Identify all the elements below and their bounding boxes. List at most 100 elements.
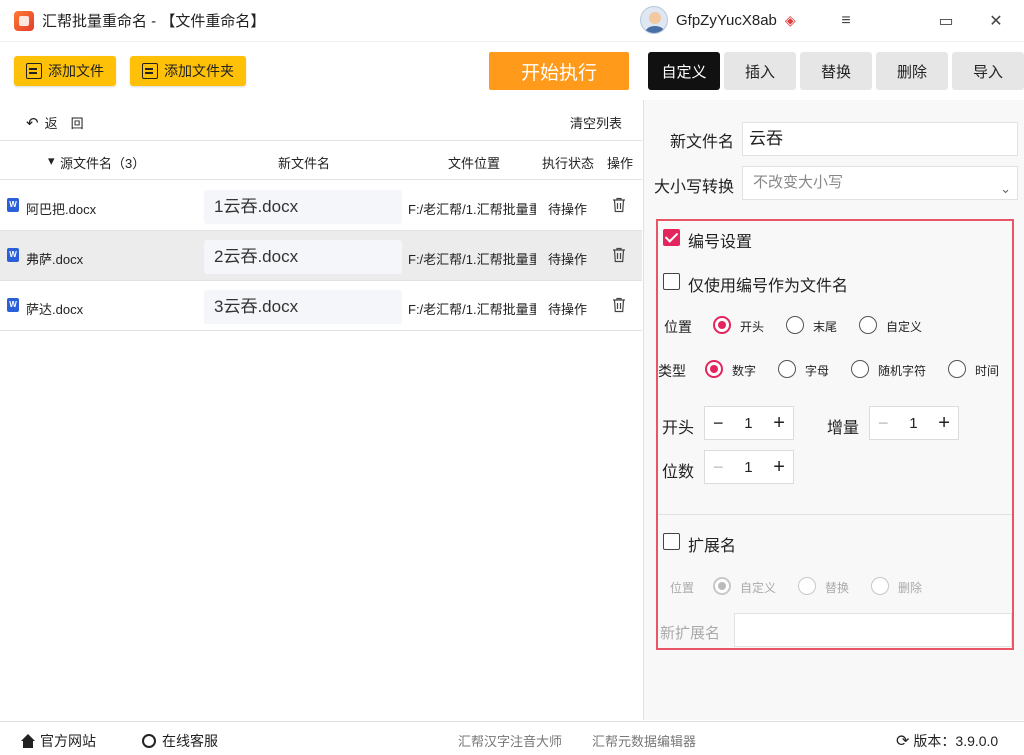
position-start-radio[interactable] [713,316,731,334]
source-name: 弗萨.docx [26,252,84,267]
type-number-radio[interactable] [705,360,723,378]
numbering-checkbox[interactable] [663,229,680,246]
location-cell: F:/老汇帮/1.汇帮批量重命名 [408,302,536,317]
location-cell: F:/老汇帮/1.汇帮批量重命名 [408,252,536,267]
app-title: 汇帮批量重命名 - 【文件重命名】 [42,13,266,30]
increment-label: 增量 [827,420,860,437]
word-doc-icon: W [7,298,19,312]
ext-custom-radio[interactable] [713,577,731,595]
minus-icon[interactable]: − [878,413,889,434]
start-stepper[interactable]: − 1 + [704,406,794,440]
table-row[interactable]: W 阿巴把.docx 1云吞.docx F:/老汇帮/1.汇帮批量重命名 待操作 [0,181,642,231]
new-name-label: 新文件名 [670,134,735,151]
trash-icon[interactable] [612,247,626,263]
header-operation: 操作 [607,156,634,171]
footer: 官方网站 在线客服 汇帮汉字注音大师 汇帮元数据编辑器 ⟳ 版本： 3.9.0.… [0,721,1024,755]
tab-insert[interactable]: 插入 [724,52,796,90]
headset-icon [142,734,156,748]
back-button[interactable]: ↶ 返 回 [26,113,84,132]
extension-title: 扩展名 [688,538,737,555]
service-link[interactable]: 在线客服 [142,731,218,751]
tab-delete[interactable]: 删除 [876,52,948,90]
add-file-icon [26,63,42,79]
case-select[interactable]: 不改变大小写 ⌄ [742,166,1018,200]
type-label: 类型 [658,363,686,379]
trash-icon[interactable] [612,297,626,313]
section-divider [658,514,1012,515]
status-cell: 待操作 [548,302,588,317]
ext-custom-label: 自定义 [740,581,777,595]
website-link[interactable]: 官方网站 [20,731,96,751]
ext-delete-radio[interactable] [871,577,889,595]
trash-icon[interactable] [612,197,626,213]
position-custom-label: 自定义 [886,320,923,334]
digits-stepper[interactable]: − 1 + [704,450,794,484]
plus-icon[interactable]: + [773,412,785,435]
plus-icon[interactable]: + [938,412,950,435]
position-end-label: 末尾 [813,320,838,334]
only-number-checkbox[interactable] [663,273,680,290]
version-info[interactable]: ⟳ 版本： 3.9.0.0 [896,731,998,751]
tab-custom[interactable]: 自定义 [648,52,720,90]
word-doc-icon: W [7,198,19,212]
avatar[interactable] [640,6,668,34]
status-cell: 待操作 [548,202,588,217]
app-logo-icon [14,10,34,31]
title-bar: 汇帮批量重命名 - 【文件重命名】 GfpZyYucX8ab ◈ ≡ ▭ ✕ [0,0,1024,42]
new-name-input[interactable]: 云吞 [742,122,1018,156]
ext-replace-label: 替换 [825,581,850,595]
header-new-name: 新文件名 [278,156,331,171]
clear-list-button[interactable]: 清空列表 [570,113,622,132]
type-time-radio[interactable] [948,360,966,378]
new-ext-label: 新扩展名 [660,625,721,642]
type-random-radio[interactable] [851,360,869,378]
numbering-title: 编号设置 [688,234,753,251]
username[interactable]: GfpZyYucX8ab [676,12,777,29]
position-custom-radio[interactable] [859,316,877,334]
list-actions: ↶ 返 回 清空列表 [0,105,642,140]
app-link-pinyin[interactable]: 汇帮汉字注音大师 [458,731,562,750]
position-end-radio[interactable] [786,316,804,334]
type-time-label: 时间 [975,364,1000,378]
increment-stepper[interactable]: − 1 + [869,406,959,440]
minus-icon[interactable]: − [713,457,724,478]
refresh-icon: ⟳ [896,733,910,750]
case-label: 大小写转换 [654,179,735,196]
digits-label: 位数 [662,464,695,481]
sort-caret-icon[interactable]: ▾ [48,153,55,169]
position-label: 位置 [664,319,692,335]
start-label: 开头 [662,420,695,437]
type-letter-radio[interactable] [778,360,796,378]
plus-icon[interactable]: + [773,456,785,479]
start-button[interactable]: 开始执行 [489,52,629,90]
close-icon[interactable]: ✕ [983,8,1009,34]
chevron-down-icon: ⌄ [1000,181,1011,196]
source-name: 萨达.docx [26,302,84,317]
add-folder-icon [142,63,158,79]
ext-position-label: 位置 [670,581,695,595]
menu-icon[interactable]: ≡ [833,8,859,34]
header-location: 文件位置 [448,156,501,171]
type-number-label: 数字 [732,364,757,378]
add-file-button[interactable]: 添加文件 [14,56,116,86]
table-row[interactable]: W 萨达.docx 3云吞.docx F:/老汇帮/1.汇帮批量重命名 待操作 [0,281,642,331]
status-cell: 待操作 [548,252,588,267]
type-letter-label: 字母 [805,364,830,378]
minus-icon[interactable]: − [713,413,724,434]
add-folder-button[interactable]: 添加文件夹 [130,56,246,86]
table-row[interactable]: W 弗萨.docx 2云吞.docx F:/老汇帮/1.汇帮批量重命名 待操作 [0,231,642,281]
new-ext-input[interactable] [734,613,1012,647]
tab-replace[interactable]: 替换 [800,52,872,90]
location-cell: F:/老汇帮/1.汇帮批量重命名 [408,202,536,217]
only-number-label: 仅使用编号作为文件名 [688,278,849,295]
maximize-icon[interactable]: ▭ [933,8,959,34]
ext-replace-radio[interactable] [798,577,816,595]
tab-import[interactable]: 导入 [952,52,1024,90]
ext-delete-label: 删除 [898,581,923,595]
header-source-name[interactable]: 源文件名（3） [60,153,145,172]
user-area[interactable]: GfpZyYucX8ab ◈ [640,6,796,34]
extension-checkbox[interactable] [663,533,680,550]
word-doc-icon: W [7,248,19,262]
app-link-metadata[interactable]: 汇帮元数据编辑器 [592,731,696,750]
new-name-cell: 2云吞.docx [204,240,402,274]
